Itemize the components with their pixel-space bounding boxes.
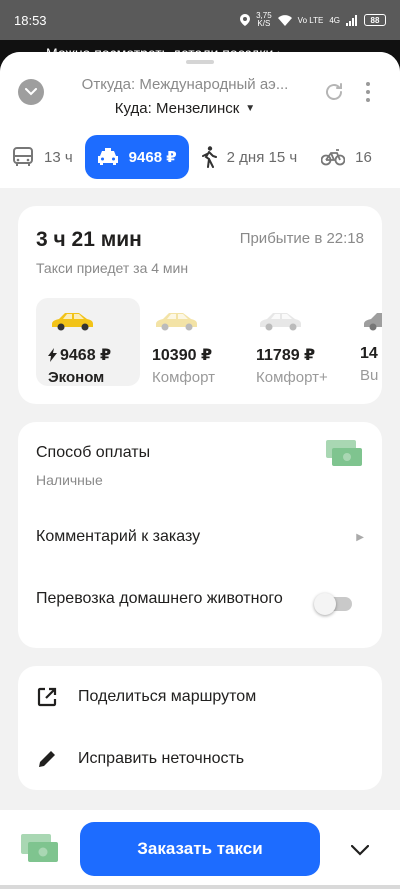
route-from: Откуда: Международный аэ...	[81, 76, 289, 93]
mode-bus[interactable]: 13 ч	[0, 135, 85, 179]
sheet-header: Откуда: Международный аэ... Куда: Мензел…	[0, 52, 400, 188]
payment-method-title: Способ оплаты	[36, 444, 151, 461]
share-route-button[interactable]: Поделиться маршрутом	[36, 677, 366, 717]
refresh-button[interactable]	[322, 80, 346, 104]
payment-method-value: Наличные	[36, 472, 103, 488]
network-speed: 3,75 K/S	[256, 12, 272, 28]
order-comment-row[interactable]: Комментарий к заказу	[36, 528, 366, 546]
chevron-right-icon: ▶	[356, 532, 364, 543]
car-icon	[156, 313, 197, 331]
car-icon	[52, 313, 93, 331]
expand-button[interactable]	[346, 836, 374, 864]
drag-handle[interactable]	[186, 60, 214, 64]
car-icon	[260, 313, 301, 331]
volte-label: Vo LTE	[297, 15, 324, 25]
tariff-comfort-plus-price: 11789 ₽	[256, 347, 316, 364]
tariff-economy-price: 9468 ₽	[48, 345, 128, 365]
dot-icon	[366, 82, 370, 86]
order-comment-label: Комментарий к заказу	[36, 528, 201, 545]
mode-taxi-label: 9468 ₽	[128, 149, 177, 166]
cash-icon	[326, 440, 362, 466]
tariff-comfort-price: 10390 ₽	[152, 347, 213, 364]
route-actions-card: Поделиться маршрутом Исправить неточност…	[18, 666, 382, 790]
trip-duration: 3 ч 21 мин	[36, 228, 142, 251]
lightning-icon	[48, 348, 57, 362]
transport-modes: 13 ч 9468 ₽ 2 дня 15 ч 16	[0, 134, 400, 180]
status-time: 18:53	[14, 12, 47, 28]
mode-bus-label: 13 ч	[44, 148, 73, 166]
chevron-down-icon	[351, 844, 369, 856]
trip-card: 3 ч 21 мин Прибытие в 22:18 Такси приеде…	[18, 206, 382, 404]
payment-method-row[interactable]: Способ оплаты Наличные	[36, 444, 366, 488]
bottom-sheet: Откуда: Международный аэ... Куда: Мензел…	[0, 52, 400, 889]
order-taxi-button[interactable]: Заказать такси	[80, 822, 320, 876]
tariff-economy[interactable]: 9468 ₽ Эконом	[36, 298, 140, 386]
payment-cash-icon[interactable]	[20, 830, 60, 866]
mode-bike[interactable]: 16	[309, 135, 384, 179]
tariff-economy-price-value: 9468 ₽	[60, 347, 112, 364]
gesture-bar	[0, 885, 400, 889]
status-bar: 18:53 3,75 K/S Vo LTE 4G 88	[0, 0, 400, 40]
dot-icon	[366, 98, 370, 102]
pet-transport-row: Перевозка домашнего животного	[36, 588, 286, 609]
tariff-business[interactable]: 14 Bu	[348, 298, 382, 386]
report-error-label: Исправить неточность	[78, 750, 245, 767]
route-summary[interactable]: Откуда: Международный аэ... Куда: Мензел…	[60, 76, 310, 117]
route-to: Куда: Мензелинск	[114, 100, 240, 117]
speed-unit: K/S	[257, 19, 271, 28]
share-route-label: Поделиться маршрутом	[78, 688, 257, 705]
arrival-time: Прибытие в 22:18	[239, 230, 364, 247]
battery-icon: 88	[364, 14, 386, 26]
refresh-icon	[326, 83, 342, 100]
wifi-icon	[277, 14, 292, 26]
order-options-card: Способ оплаты Наличные Комментарий к зак…	[18, 422, 382, 648]
collapse-button[interactable]	[18, 79, 44, 105]
mode-bike-label: 16	[355, 148, 372, 166]
bottom-bar: Заказать такси	[0, 810, 400, 889]
location-icon	[240, 14, 251, 26]
caret-down-icon: ▼	[245, 103, 256, 114]
pet-transport-toggle[interactable]	[314, 593, 352, 615]
bus-icon	[13, 147, 33, 166]
pet-transport-label: Перевозка домашнего животного	[36, 590, 283, 607]
tariff-comfort-plus-name: Комфорт+	[256, 369, 328, 386]
mode-walk-label: 2 дня 15 ч	[226, 148, 298, 166]
mode-walk[interactable]: 2 дня 15 ч	[189, 135, 310, 179]
signal-icon	[346, 14, 357, 26]
mode-taxi[interactable]: 9468 ₽	[84, 135, 189, 179]
tariff-business-price: 14	[360, 345, 378, 362]
walk-icon	[201, 146, 217, 168]
toggle-knob	[314, 593, 336, 615]
tariff-comfort[interactable]: 10390 ₽ Комфорт	[140, 298, 244, 386]
share-icon	[37, 687, 57, 707]
status-icons: 3,75 K/S Vo LTE 4G 88	[240, 12, 386, 28]
taxi-wait: Такси приедет за 4 мин	[36, 260, 189, 276]
tariff-comfort-name: Комфорт	[152, 369, 215, 386]
tariff-economy-name: Эконом	[48, 369, 105, 386]
tariff-comfort-plus[interactable]: 11789 ₽ Комфорт+	[244, 298, 348, 386]
dot-icon	[366, 90, 370, 94]
bike-icon	[321, 149, 346, 166]
report-error-button[interactable]: Исправить неточность	[36, 739, 366, 779]
tariff-business-name: Bu	[360, 367, 379, 384]
taxi-icon	[97, 148, 118, 165]
tariff-list: 9468 ₽ Эконом 10390 ₽ Комфорт 11789 ₽ Ко…	[36, 298, 382, 390]
pencil-icon	[39, 751, 55, 767]
chevron-down-icon	[25, 88, 37, 96]
car-icon	[364, 313, 382, 331]
more-menu-button[interactable]	[360, 80, 376, 104]
signal-label: 4G	[329, 15, 340, 25]
route-to-row: Куда: Мензелинск ▼	[60, 100, 310, 117]
